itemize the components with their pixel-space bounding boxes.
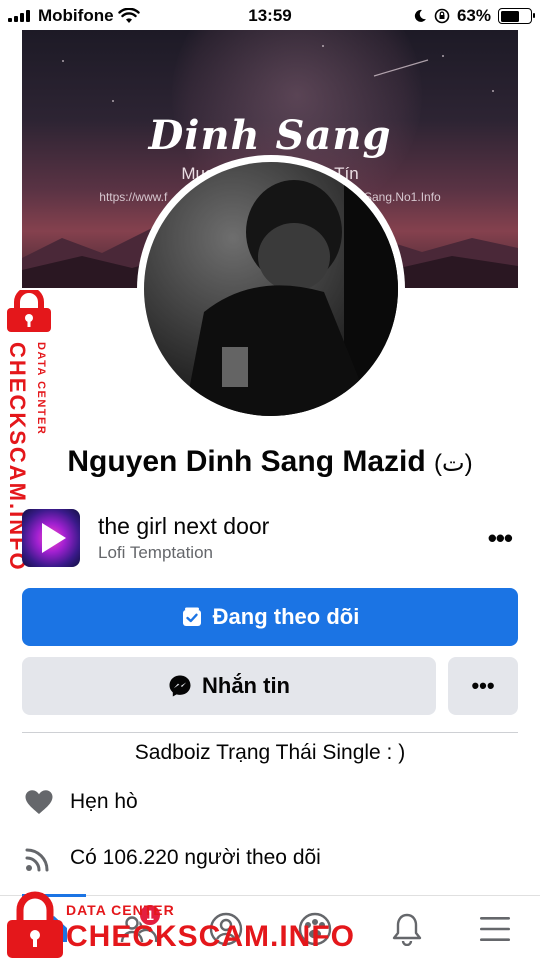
status-right: 63% bbox=[413, 6, 535, 26]
watermark-vertical-small: DATA CENTER bbox=[35, 342, 47, 436]
more-options-button[interactable]: ••• bbox=[448, 657, 518, 715]
profile-avatar[interactable] bbox=[137, 155, 405, 423]
cover-star bbox=[492, 90, 494, 92]
info-row-followers[interactable]: Có 106.220 người theo dõi bbox=[22, 841, 518, 875]
profile-name-suffix: (ت) bbox=[434, 450, 473, 477]
watermark-bottom-small: DATA CENTER bbox=[66, 902, 175, 918]
watermark-lock-icon bbox=[7, 891, 63, 958]
notifications-icon[interactable] bbox=[385, 907, 429, 951]
watermark-bottom-large: CHECKSCAM.INFO bbox=[66, 920, 355, 953]
info-relationship-text: Hẹn hò bbox=[70, 790, 138, 813]
profile-name-text: Nguyen Dinh Sang Mazid bbox=[67, 445, 426, 478]
status-bar: Mobifone 13:59 63% bbox=[0, 0, 540, 30]
watermark-lock-icon bbox=[7, 290, 51, 332]
info-row-relationship: Hẹn hò bbox=[22, 785, 518, 819]
following-button[interactable]: Đang theo dõi bbox=[22, 588, 518, 646]
cover-star bbox=[442, 55, 444, 57]
music-more-button[interactable]: ••• bbox=[488, 523, 513, 554]
menu-icon[interactable] bbox=[473, 907, 517, 951]
cover-title: Dinh Sang bbox=[148, 112, 392, 159]
moon-icon bbox=[414, 9, 426, 22]
following-check-icon bbox=[182, 607, 201, 626]
battery-level-fill bbox=[500, 10, 519, 22]
avatar-photo bbox=[144, 162, 398, 416]
music-album-art[interactable] bbox=[22, 509, 80, 567]
rotation-lock-icon bbox=[434, 8, 450, 24]
battery-percent: 63% bbox=[456, 6, 491, 25]
messenger-icon bbox=[169, 675, 191, 697]
divider bbox=[22, 732, 518, 733]
shooting-star bbox=[373, 59, 429, 77]
info-followers-text: Có 106.220 người theo dõi bbox=[70, 846, 321, 869]
heart-icon bbox=[22, 787, 56, 817]
following-button-label: Đang theo dõi bbox=[212, 604, 360, 629]
message-button-label: Nhắn tin bbox=[202, 673, 290, 698]
avatar-silhouette bbox=[144, 162, 398, 416]
profile-name: Nguyen Dinh Sang Mazid (ت) bbox=[0, 445, 540, 479]
battery-icon bbox=[498, 8, 535, 24]
cover-star bbox=[62, 60, 64, 62]
profile-bio: Sadboiz Trạng Thái Single : ) bbox=[134, 741, 406, 764]
music-title: the girl next door bbox=[98, 513, 270, 539]
cover-star bbox=[112, 100, 114, 102]
message-button[interactable]: Nhắn tin bbox=[22, 657, 436, 715]
cover-star bbox=[322, 45, 324, 47]
play-icon bbox=[42, 523, 66, 553]
music-artist: Lofi Temptation bbox=[98, 543, 213, 562]
rss-followers-icon bbox=[22, 843, 56, 873]
profile-music[interactable]: the girl next door Lofi Temptation ••• bbox=[22, 507, 518, 567]
